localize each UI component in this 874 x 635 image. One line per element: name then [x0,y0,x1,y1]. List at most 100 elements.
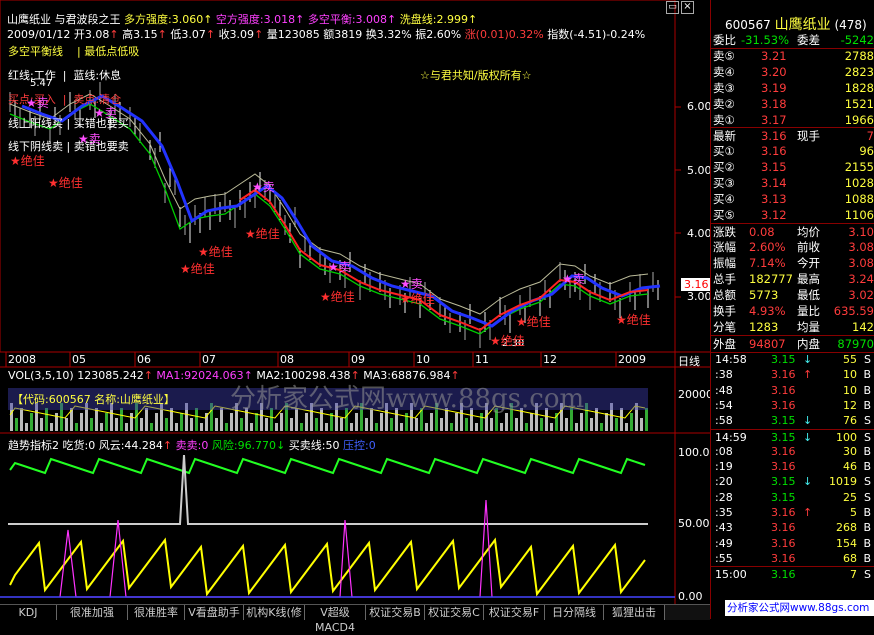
tick-arrow: ↓ [803,475,813,489]
chart-area[interactable]: 山鹰纸业 与君波段之王 多方强度:3.060 ↑ 空方强度:3.018 ↑ 多空平衡… [0,0,834,634]
tab-super-macd[interactable]: V超级MACD4 [305,605,366,634]
tick-side: S [864,414,871,428]
tick-time: 15:00 [715,568,747,582]
volume-bar [380,413,383,431]
stat-label: 总额 [713,288,736,302]
price-label: 5.00 [687,164,712,177]
tick-row: :43 3.16 268 B [711,520,874,535]
volume-bar [440,418,443,431]
tab-ji-gou-kxian[interactable]: 机构K线(修 [244,605,305,620]
volume-bar [290,418,293,431]
stock-name: 山鹰纸业 [7,13,51,26]
tab-ri-fen-ge-xian[interactable]: 日分隔线 [545,605,604,620]
stat-row: 振幅 7.14% 今开 3.08 [711,255,874,271]
tick-side: S [864,568,871,582]
tick-time: :20 [715,475,733,489]
volume-bar [565,418,568,431]
tick-side: B [863,536,871,550]
sell-mark: ★卖 [94,106,117,120]
stat-label: 分笔 [713,320,736,334]
volume-bar [300,423,303,431]
stat-value: 2.60% [749,240,786,254]
tab-quan-zheng-c[interactable]: 权证交易C [425,605,484,620]
ask-volume: 1521 [844,97,874,111]
tab-hen-zhun-sheng-lv[interactable]: 很准胜率 [128,605,185,620]
tab-quan-zheng-b[interactable]: 权证交易B [366,605,425,620]
best-buy-mark: ★绝佳 [48,176,83,190]
best-buy-mark: ★绝佳 [180,262,215,276]
volume-bar [390,418,393,431]
tick-time: :54 [715,398,733,412]
volume-bar [325,423,328,431]
best-buy-mark: ★绝佳 [10,154,45,168]
volume-bar [100,423,103,431]
bid-volume: 1088 [844,192,874,206]
best-buy-mark: ★绝佳 [490,334,525,348]
sell-mark: ★卖 [252,180,275,194]
indicator-tab-bar: KDJ 很准加强 很准胜率 V看盘助手 机构K线(修 V超级MACD4 权证交易… [0,604,710,634]
trend-axis-label: 0.00 [678,590,703,603]
stat-label: 总手 [713,272,736,286]
tick-arrow: ↑ [803,506,813,519]
trend-header: 趋势指标2 吃货:0 风云:44.284↑ 卖卖:0 风险:96.770↓ 买卖… [8,439,376,452]
stat-row: 换手 4.93% 量比 635.59 [711,303,874,319]
tab-kan-pan-zhu-shou[interactable]: V看盘助手 [185,605,244,620]
trend-yellow-line [9,537,646,597]
tick-volume: 76 [843,414,857,428]
volume-bar [225,423,228,431]
volume-bar [540,418,543,431]
volume-bar [515,418,518,431]
tab-quan-zheng-f[interactable]: 权证交易F [484,605,545,620]
time-label: 2009 [618,353,646,366]
amplitude: 振2.60% [415,28,462,41]
volume-bar [490,418,493,431]
stat-row: 涨跌 0.08 均价 3.10 [711,223,874,240]
volume-bar [220,408,223,431]
tab-hu-li-chu-ji[interactable]: 狐狸出击 [604,605,665,620]
stat-value: 1283 [749,320,779,334]
volume-bar [40,418,43,431]
ask-label: 卖② [713,97,735,111]
stat-label: 最高 [797,272,820,286]
volume-bar [375,423,378,431]
tick-price: 3.16 [771,521,796,535]
volume-bar [115,418,118,431]
tick-side: S [864,353,871,366]
stat-value: 3.08 [848,240,874,254]
tick-row: :20 3.15 ↓ 1019 S [711,474,874,489]
tick-time: :48 [715,383,733,397]
bid-volume: 2155 [844,160,874,174]
work-line-red [239,188,649,332]
tick-price: 3.16 [771,368,796,382]
volume-bar [120,408,123,431]
tab-hen-zhun-jia-qiang[interactable]: 很准加强 [57,605,128,620]
tick-time: :28 [715,490,733,504]
tick-price: 3.15 [771,430,796,444]
restore-icon[interactable]: ▭ [666,1,679,14]
volume: 量123085 [266,28,320,41]
tab-kdj[interactable]: KDJ [0,605,57,620]
volume-bar [255,413,258,431]
volume-bar [180,413,183,431]
ask-volume: 1828 [844,81,874,95]
volume-bar [305,413,308,431]
stat-row: 分笔 1283 均量 142 [711,319,874,335]
time-label: 07 [202,353,216,366]
volume-bar [550,423,553,431]
volume-bar [145,408,148,431]
tick-arrow: ↑ [803,368,813,382]
volume-bar [125,423,128,431]
bid-price: 3.14 [761,176,787,190]
change: 涨(0.01)0.32% [464,28,544,41]
outer-inner-row: 外盘 94807 内盘 87970 [711,335,874,353]
best-buy-mark: ★绝佳 [400,292,435,306]
time-label: 2008 [8,353,36,366]
close-icon[interactable]: × [681,1,694,14]
volume-bar [590,418,593,431]
volume-bar [645,408,648,431]
date: 2009/01/12 [7,28,71,41]
time-label: 12 [543,353,557,366]
tick-side: S [864,430,871,444]
open: 开3.08 [73,28,110,41]
ask-label: 卖④ [713,65,735,79]
